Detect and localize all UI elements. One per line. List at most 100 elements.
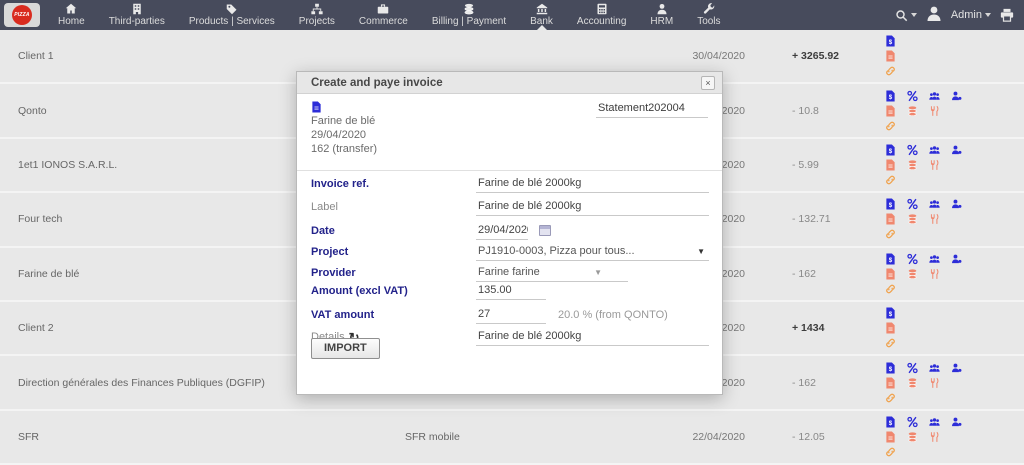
thirdparty-name[interactable]: SFR bbox=[18, 431, 39, 443]
section-divider bbox=[297, 170, 722, 171]
percent-icon[interactable] bbox=[907, 416, 918, 428]
file-icon[interactable] bbox=[885, 213, 896, 225]
link-icon[interactable] bbox=[885, 337, 896, 349]
thirdparty-name[interactable]: 1et1 IONOS S.A.R.L. bbox=[18, 159, 117, 171]
invoice-ref-input[interactable] bbox=[476, 175, 709, 193]
coins-icon[interactable] bbox=[907, 377, 918, 389]
nav-item-bank[interactable]: Bank bbox=[518, 0, 565, 30]
link-icon[interactable] bbox=[885, 446, 896, 458]
avatar[interactable] bbox=[926, 5, 942, 26]
file-icon[interactable] bbox=[885, 268, 896, 280]
link-icon[interactable] bbox=[885, 283, 896, 295]
utensils-icon[interactable] bbox=[929, 431, 940, 443]
thirdparty-name[interactable]: Client 1 bbox=[18, 50, 54, 62]
row-actions bbox=[885, 35, 896, 77]
thirdparty-name[interactable]: Four tech bbox=[18, 213, 62, 225]
file-icon[interactable] bbox=[885, 50, 896, 62]
transaction-date: 22/04/2020 bbox=[645, 431, 745, 443]
user-circle-icon[interactable] bbox=[951, 362, 962, 374]
import-button[interactable]: IMPORT bbox=[311, 338, 380, 359]
invoice-dollar-icon[interactable] bbox=[885, 198, 896, 210]
file-icon[interactable] bbox=[885, 105, 896, 117]
user-circle-icon[interactable] bbox=[951, 90, 962, 102]
calendar-icon[interactable] bbox=[539, 225, 551, 236]
percent-icon[interactable] bbox=[907, 253, 918, 265]
utensils-icon[interactable] bbox=[929, 377, 940, 389]
coins-icon[interactable] bbox=[907, 213, 918, 225]
date-input[interactable] bbox=[476, 222, 528, 240]
file-icon[interactable] bbox=[885, 322, 896, 334]
project-selected-value: PJ1910-0003, Pizza pour tous... bbox=[478, 245, 635, 257]
nav-item-third-parties[interactable]: Third-parties bbox=[97, 0, 177, 30]
nav-item-commerce[interactable]: Commerce bbox=[347, 0, 420, 30]
provider-select[interactable]: Farine farine ▼ bbox=[476, 264, 628, 282]
nav-item-projects[interactable]: Projects bbox=[287, 0, 347, 30]
user-menu[interactable]: Admin bbox=[951, 9, 991, 21]
users-icon[interactable] bbox=[929, 90, 940, 102]
users-icon[interactable] bbox=[929, 362, 940, 374]
coins-icon[interactable] bbox=[907, 105, 918, 117]
invoice-dollar-icon[interactable] bbox=[885, 35, 896, 47]
source-date: 29/04/2020 bbox=[311, 128, 377, 142]
thirdparty-name[interactable]: Direction générales des Finances Publiqu… bbox=[18, 377, 265, 389]
utensils-icon[interactable] bbox=[929, 159, 940, 171]
invoice-dollar-icon[interactable] bbox=[885, 144, 896, 156]
link-icon[interactable] bbox=[885, 65, 896, 77]
nav-item-home[interactable]: Home bbox=[46, 0, 97, 30]
invoice-dollar-icon[interactable] bbox=[885, 416, 896, 428]
file-icon[interactable] bbox=[885, 377, 896, 389]
table-row[interactable]: SFR SFR mobile 22/04/2020 - 12.05 bbox=[0, 411, 1024, 465]
user-circle-icon[interactable] bbox=[951, 416, 962, 428]
invoice-dollar-icon[interactable] bbox=[885, 362, 896, 374]
file-icon[interactable] bbox=[885, 159, 896, 171]
invoice-dollar-icon[interactable] bbox=[885, 253, 896, 265]
transaction-amount: - 162 bbox=[792, 377, 816, 389]
thirdparty-name[interactable]: Farine de blé bbox=[18, 268, 79, 280]
statement-input[interactable] bbox=[596, 100, 708, 118]
nav-item-hrm[interactable]: HRM bbox=[638, 0, 685, 30]
tag-icon bbox=[226, 3, 238, 15]
link-icon[interactable] bbox=[885, 228, 896, 240]
percent-icon[interactable] bbox=[907, 90, 918, 102]
users-icon[interactable] bbox=[929, 198, 940, 210]
link-icon[interactable] bbox=[885, 174, 896, 186]
percent-icon[interactable] bbox=[907, 362, 918, 374]
user-circle-icon[interactable] bbox=[951, 253, 962, 265]
user-circle-icon[interactable] bbox=[951, 198, 962, 210]
details-input[interactable] bbox=[476, 328, 709, 346]
users-icon[interactable] bbox=[929, 144, 940, 156]
nav-item-products-services[interactable]: Products | Services bbox=[177, 0, 287, 30]
utensils-icon[interactable] bbox=[929, 105, 940, 117]
link-icon[interactable] bbox=[885, 392, 896, 404]
coins-icon[interactable] bbox=[907, 431, 918, 443]
dialog-header[interactable]: Create and paye invoice × bbox=[297, 72, 722, 94]
nav-item-billing-payment[interactable]: Billing | Payment bbox=[420, 0, 518, 30]
close-icon[interactable]: × bbox=[701, 76, 715, 90]
nav-item-accounting[interactable]: Accounting bbox=[565, 0, 638, 30]
link-icon[interactable] bbox=[885, 120, 896, 132]
coins-icon[interactable] bbox=[907, 268, 918, 280]
user-circle-icon[interactable] bbox=[951, 144, 962, 156]
invoice-dollar-icon[interactable] bbox=[885, 90, 896, 102]
thirdparty-name[interactable]: Client 2 bbox=[18, 322, 54, 334]
amount-input[interactable] bbox=[476, 282, 546, 300]
project-select[interactable]: PJ1910-0003, Pizza pour tous... ▼ bbox=[476, 243, 709, 261]
label-input[interactable] bbox=[476, 198, 709, 216]
vat-amount-input[interactable] bbox=[476, 306, 546, 324]
thirdparty-name[interactable]: Qonto bbox=[18, 105, 47, 117]
date-label: Date bbox=[311, 225, 335, 237]
users-icon[interactable] bbox=[929, 253, 940, 265]
nav-item-tools[interactable]: Tools bbox=[685, 0, 732, 30]
percent-icon[interactable] bbox=[907, 198, 918, 210]
utensils-icon[interactable] bbox=[929, 213, 940, 225]
percent-icon[interactable] bbox=[907, 144, 918, 156]
file-icon[interactable] bbox=[885, 431, 896, 443]
users-icon[interactable] bbox=[929, 416, 940, 428]
coins-icon bbox=[463, 3, 475, 15]
search-button[interactable] bbox=[895, 9, 917, 22]
coins-icon[interactable] bbox=[907, 159, 918, 171]
invoice-dollar-icon[interactable] bbox=[885, 307, 896, 319]
print-button[interactable] bbox=[1000, 8, 1014, 22]
utensils-icon[interactable] bbox=[929, 268, 940, 280]
app-logo[interactable]: PIZZA bbox=[4, 3, 40, 27]
